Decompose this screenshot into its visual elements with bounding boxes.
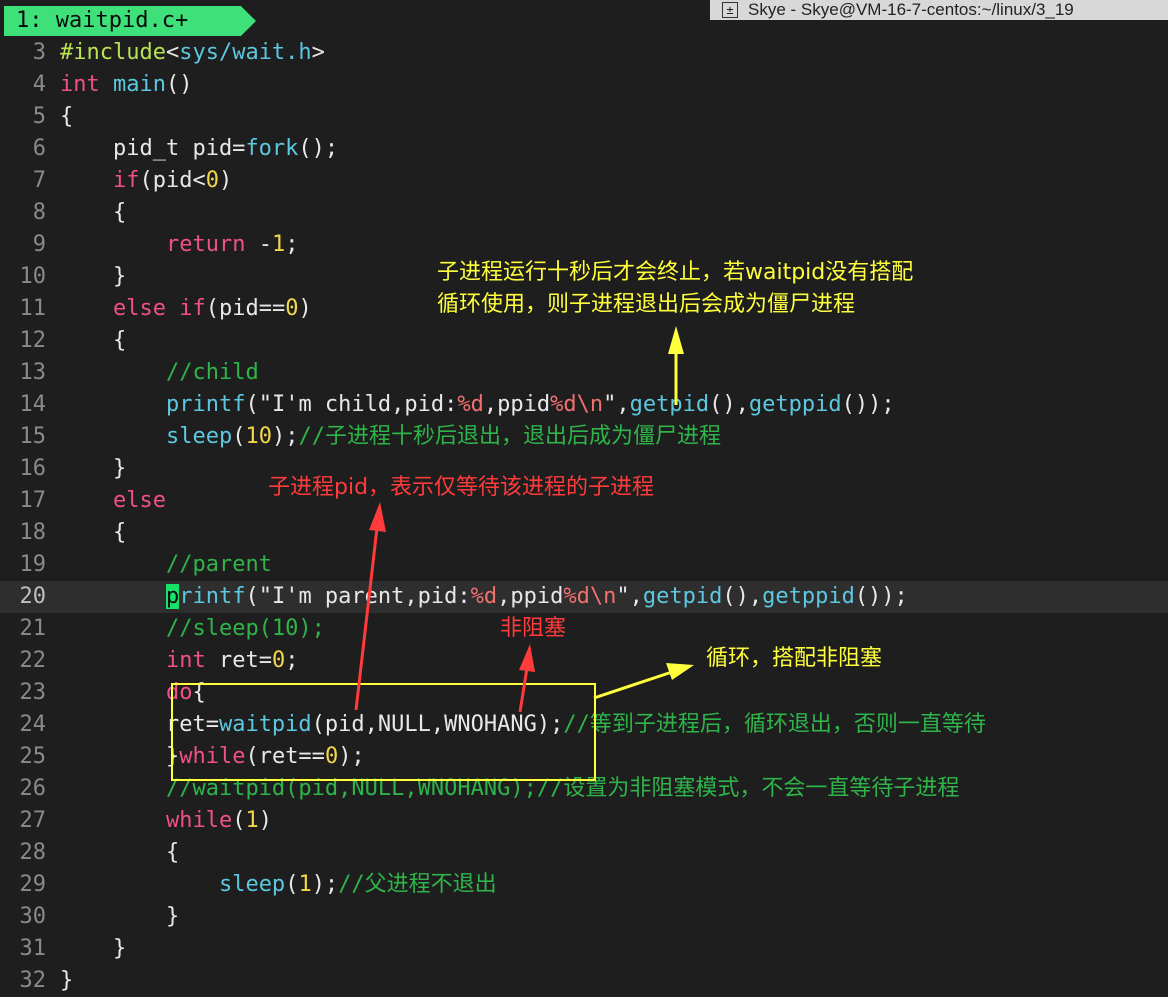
arrow-to-loop-note	[593, 670, 673, 700]
arrowhead-zombie-note	[668, 326, 684, 354]
arrowhead-nonblock-note	[519, 644, 535, 672]
annotation-arrows	[354, 326, 694, 713]
arrow-to-nonblock-note	[518, 667, 529, 713]
arrowhead-loop-note	[666, 663, 694, 680]
arrowhead-pid-note	[369, 502, 386, 532]
arrow-to-pid-note	[354, 527, 379, 711]
